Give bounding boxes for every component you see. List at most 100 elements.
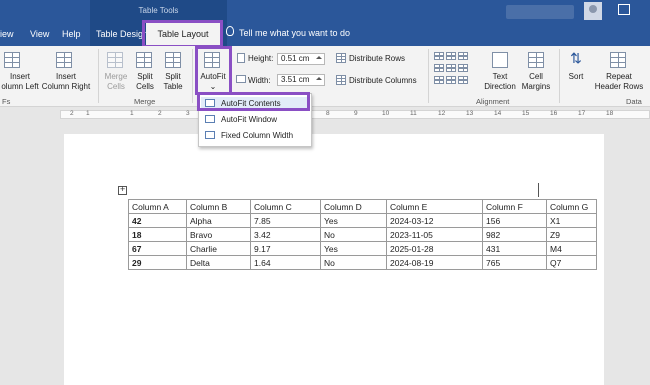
- avatar-icon[interactable]: [584, 2, 602, 20]
- alignment-group-label: Alignment: [476, 97, 510, 106]
- text-direction-icon: [492, 52, 508, 68]
- table-cell[interactable]: Column F: [482, 199, 547, 214]
- align-icon[interactable]: [458, 76, 468, 84]
- table-cell[interactable]: 156: [482, 213, 547, 228]
- table-move-handle-icon[interactable]: [118, 184, 127, 195]
- table-cell[interactable]: M4: [546, 241, 597, 256]
- sort-icon: ⇅: [570, 50, 582, 66]
- table-cell[interactable]: Bravo: [186, 227, 251, 242]
- insert-left-button[interactable]: Insert olumn Left: [0, 72, 40, 92]
- distribute-columns-icon: [336, 75, 346, 85]
- restore-window-icon[interactable]: [618, 4, 630, 15]
- ruler-mark: 1: [130, 110, 134, 117]
- table-cell[interactable]: 2024-03-12: [386, 213, 483, 228]
- tab-review[interactable]: iew: [0, 28, 14, 40]
- table-cell[interactable]: Q7: [546, 255, 597, 270]
- table-cell[interactable]: 3.42: [250, 227, 321, 242]
- table-cell[interactable]: No: [320, 227, 387, 242]
- align-icon[interactable]: [458, 64, 468, 72]
- table-cell[interactable]: 2024-08-19: [386, 255, 483, 270]
- table-cell[interactable]: 2025-01-28: [386, 241, 483, 256]
- height-input[interactable]: 0.51 cm: [277, 53, 325, 65]
- table-cell[interactable]: 29: [128, 255, 187, 270]
- sort-button[interactable]: Sort: [564, 72, 588, 82]
- table-cell[interactable]: Column E: [386, 199, 483, 214]
- table-cell[interactable]: Yes: [320, 241, 387, 256]
- align-icon[interactable]: [434, 76, 444, 84]
- width-label: Width:: [248, 76, 271, 85]
- table-header-row: Column A Column B Column C Column D Column E…: [128, 199, 597, 214]
- text-direction-button[interactable]: Text Direction: [480, 72, 520, 92]
- table-cell[interactable]: 2023-11-05: [386, 227, 483, 242]
- table-cell[interactable]: Column C: [250, 199, 321, 214]
- account-name: [506, 5, 574, 19]
- height-label: Height:: [248, 54, 274, 63]
- table-cell[interactable]: Column G: [546, 199, 597, 214]
- split-cells-icon: [136, 52, 152, 68]
- split-table-button[interactable]: Split Table: [159, 72, 187, 92]
- merge-cells-button[interactable]: Merge Cells: [101, 72, 131, 92]
- text-cursor: [538, 183, 539, 197]
- insert-left-icon: [4, 52, 20, 68]
- table-cell[interactable]: X1: [546, 213, 597, 228]
- table-cell[interactable]: No: [320, 255, 387, 270]
- distribute-columns-button[interactable]: Distribute Columns: [349, 76, 417, 86]
- tell-me-search[interactable]: Tell me what you want to do: [239, 28, 350, 38]
- table-cell[interactable]: 982: [482, 227, 547, 242]
- tab-table-design[interactable]: Table Design: [96, 28, 148, 40]
- cell-margins-button[interactable]: Cell Margins: [520, 72, 552, 92]
- align-icon[interactable]: [434, 64, 444, 72]
- table-tools-label: Table Tools: [138, 6, 179, 15]
- ruler-mark: 8: [326, 110, 330, 117]
- table-cell[interactable]: Column B: [186, 199, 251, 214]
- tab-view[interactable]: View: [30, 28, 49, 40]
- table-cell[interactable]: 7.85: [250, 213, 321, 228]
- table-cell[interactable]: 1.64: [250, 255, 321, 270]
- ribbon-separator: [98, 49, 99, 103]
- ruler-mark: 14: [494, 110, 502, 117]
- ruler-mark: 17: [578, 110, 586, 117]
- document-table[interactable]: Column A Column B Column C Column D Column E…: [128, 199, 597, 270]
- autofit-window-icon: [205, 115, 215, 123]
- table-cell[interactable]: Yes: [320, 213, 387, 228]
- align-icon[interactable]: [446, 64, 456, 72]
- align-icon[interactable]: [446, 52, 456, 60]
- merge-group-label: Merge: [134, 97, 156, 106]
- repeat-header-rows-button[interactable]: Repeat Header Rows: [590, 72, 648, 92]
- table-row: 42 Alpha 7.85 Yes 2024-03-12 156 X1: [128, 213, 597, 228]
- repeat-header-icon: [610, 52, 626, 68]
- autofit-contents-highlight-box: [197, 92, 310, 111]
- table-cell[interactable]: 431: [482, 241, 547, 256]
- align-icon[interactable]: [434, 52, 444, 60]
- cell-margins-icon: [528, 52, 544, 68]
- align-icon[interactable]: [458, 52, 468, 60]
- menu-item-fixed-column-width[interactable]: Fixed Column Width: [221, 131, 293, 140]
- table-row: 29 Delta 1.64 No 2024-08-19 765 Q7: [128, 255, 597, 270]
- fixed-width-icon: [205, 131, 215, 139]
- ruler-mark: 3: [186, 110, 190, 117]
- table-cell[interactable]: 18: [128, 227, 187, 242]
- table-cell[interactable]: 42: [128, 213, 187, 228]
- distribute-rows-button[interactable]: Distribute Rows: [349, 54, 405, 64]
- split-cells-button[interactable]: Split Cells: [131, 72, 159, 92]
- insert-right-icon: [56, 52, 72, 68]
- insert-right-button[interactable]: Insert Column Right: [40, 72, 92, 92]
- table-cell[interactable]: Delta: [186, 255, 251, 270]
- table-cell[interactable]: 67: [128, 241, 187, 256]
- table-cell[interactable]: Charlie: [186, 241, 251, 256]
- width-input[interactable]: 3.51 cm: [277, 74, 325, 86]
- table-cell[interactable]: 765: [482, 255, 547, 270]
- table-cell[interactable]: 9.17: [250, 241, 321, 256]
- align-icon[interactable]: [446, 76, 456, 84]
- table-cell[interactable]: Alpha: [186, 213, 251, 228]
- table-cell[interactable]: Z9: [546, 227, 597, 242]
- height-icon: [237, 53, 245, 63]
- table-cell[interactable]: Column A: [128, 199, 187, 214]
- table-cell[interactable]: Column D: [320, 199, 387, 214]
- tab-help[interactable]: Help: [62, 28, 81, 40]
- ruler-mark: 9: [354, 110, 358, 117]
- menu-item-autofit-window[interactable]: AutoFit Window: [221, 115, 277, 124]
- rows-group-label: Fs: [2, 97, 11, 106]
- ruler-mark: 15: [522, 110, 530, 117]
- ribbon-separator: [428, 49, 429, 103]
